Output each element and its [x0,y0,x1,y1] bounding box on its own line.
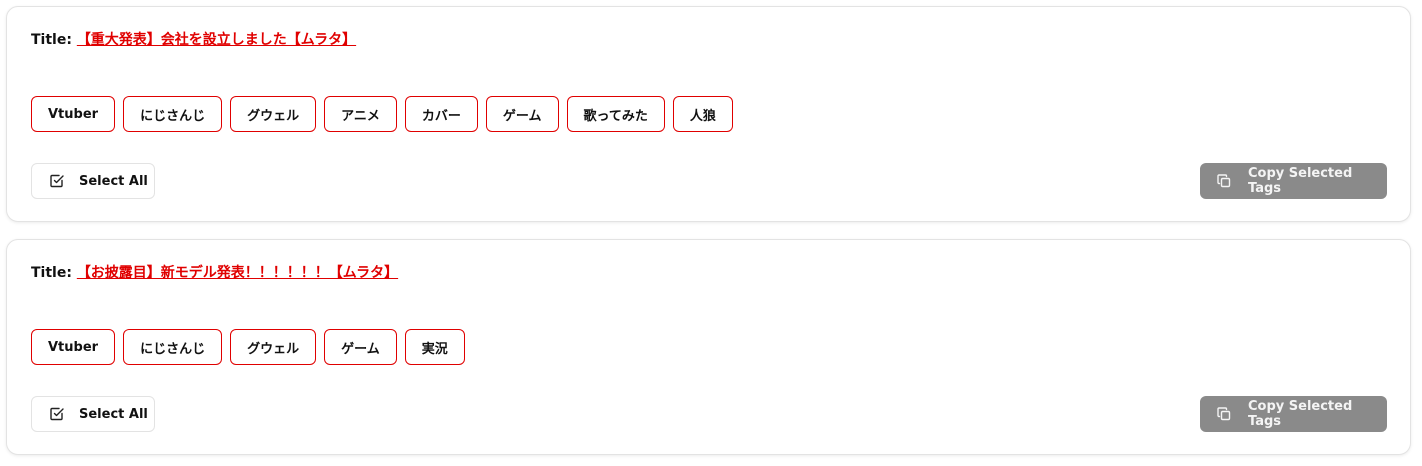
title-label: Title: [31,32,72,48]
video-card: Title: 【お披露目】新モデル発表！！！！！！【ムラタ】 Vtuber にじ… [6,239,1411,455]
video-card: Title: 【重大発表】会社を設立しました【ムラタ】 Vtuber にじさんじ… [6,6,1411,222]
tag-button[interactable]: グウェル [230,329,317,365]
tag-button[interactable]: ゲーム [324,329,397,365]
check-square-icon [49,406,65,422]
select-all-button[interactable]: Select All [31,163,155,199]
select-all-label: Select All [79,406,148,422]
copy-selected-tags-label: Copy Selected Tags [1248,166,1353,196]
title-row: Title: 【お披露目】新モデル発表！！！！！！【ムラタ】 [31,264,398,282]
tag-button[interactable]: カバー [404,96,478,132]
copy-selected-tags-button[interactable]: Copy Selected Tags [1200,163,1387,199]
tag-list: Vtuber にじさんじ グウェル アニメ カバー ゲーム 歌ってみた 人狼 [31,96,733,132]
copy-icon [1216,173,1232,189]
tag-button[interactable]: Vtuber [31,96,116,132]
tag-button[interactable]: ゲーム [485,96,559,132]
tag-button[interactable]: 歌ってみた [566,96,665,132]
check-square-icon [49,173,65,189]
video-title-link[interactable]: 【お披露目】新モデル発表！！！！！！【ムラタ】 [77,265,398,281]
tag-button[interactable]: アニメ [324,96,397,132]
tag-button[interactable]: 人狼 [672,96,733,132]
tag-button[interactable]: Vtuber [31,329,116,365]
select-all-label: Select All [79,173,148,189]
tag-button[interactable]: 実況 [404,329,465,365]
select-all-button[interactable]: Select All [31,396,155,432]
video-title-link[interactable]: 【重大発表】会社を設立しました【ムラタ】 [77,32,356,48]
title-row: Title: 【重大発表】会社を設立しました【ムラタ】 [31,31,356,49]
title-label: Title: [31,265,72,281]
copy-icon [1216,406,1232,422]
copy-selected-tags-button[interactable]: Copy Selected Tags [1200,396,1387,432]
tag-button[interactable]: グウェル [230,96,317,132]
tag-list: Vtuber にじさんじ グウェル ゲーム 実況 [31,329,465,365]
tag-button[interactable]: にじさんじ [123,329,223,365]
copy-selected-tags-label: Copy Selected Tags [1248,399,1353,429]
tag-button[interactable]: にじさんじ [123,96,223,132]
